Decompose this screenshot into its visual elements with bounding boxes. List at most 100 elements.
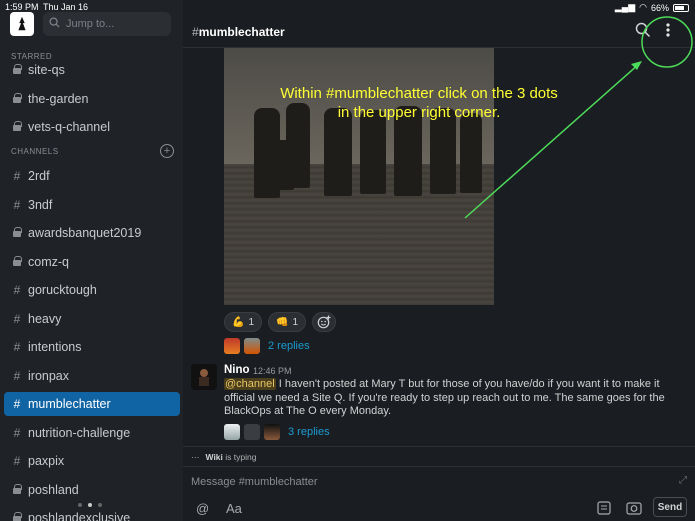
hash-icon: # bbox=[13, 425, 21, 440]
message-author[interactable]: Nino bbox=[224, 364, 250, 376]
message-input[interactable]: Message #mumblechatter bbox=[191, 476, 318, 488]
sidebar-item-label: paxpix bbox=[28, 454, 65, 468]
reaction-fist-bump[interactable]: 👊 1 bbox=[268, 312, 307, 332]
sidebar-item-vets-q-channel[interactable]: vets-q-channel bbox=[4, 115, 180, 139]
thread-summary-2[interactable]: 3 replies bbox=[224, 424, 330, 440]
sidebar-item-label: comz-q bbox=[28, 254, 69, 269]
sidebar-item-label: vets-q-channel bbox=[28, 120, 110, 134]
sidebar-item-label: site-qs bbox=[28, 63, 65, 77]
sidebar-item-label: 2rdf bbox=[28, 169, 50, 183]
sidebar-item-poshland[interactable]: poshland bbox=[4, 478, 180, 502]
typing-indicator: ··· Wiki is typing bbox=[183, 446, 695, 466]
page-dots bbox=[78, 503, 102, 507]
hash-icon: # bbox=[13, 197, 21, 212]
status-date: Thu Jan 16 bbox=[43, 2, 89, 12]
reaction-count: 1 bbox=[248, 316, 255, 328]
status-time: 1:59 PM bbox=[5, 2, 39, 12]
lock-icon bbox=[12, 92, 22, 106]
participant-avatar bbox=[224, 424, 240, 440]
channels-section-label: CHANNELS bbox=[11, 147, 59, 156]
lock-icon bbox=[12, 226, 22, 240]
send-button[interactable]: Send bbox=[653, 497, 687, 517]
status-right: ▂▄▆ ◠ 66% bbox=[615, 2, 689, 13]
flexed-bicep-icon: 💪 bbox=[232, 316, 245, 328]
message-body: @channel I haven't posted at Mary T but … bbox=[224, 378, 686, 419]
page-dot bbox=[78, 503, 82, 507]
reaction-bar: 💪 1 👊 1 bbox=[224, 312, 337, 332]
hash-icon: # bbox=[13, 454, 21, 468]
add-reaction-icon bbox=[317, 315, 331, 329]
sidebar-item-label: the-garden bbox=[28, 91, 89, 106]
sidebar-item-2rdf[interactable]: #2rdf bbox=[4, 164, 180, 188]
battery-percent: 66% bbox=[650, 2, 669, 13]
participant-avatar bbox=[264, 424, 280, 440]
thread-replies-link[interactable]: 2 replies bbox=[268, 340, 310, 352]
jump-placeholder: Jump to... bbox=[66, 18, 115, 30]
lock-icon bbox=[12, 63, 22, 77]
lock-icon bbox=[12, 120, 22, 134]
wifi-icon: ◠ bbox=[639, 2, 647, 12]
hash-icon: # bbox=[13, 397, 21, 411]
annotation-overlay bbox=[464, 16, 693, 219]
lock-icon bbox=[12, 511, 22, 521]
lock-icon bbox=[12, 483, 22, 497]
sidebar-item-nutrition-challenge[interactable]: # nutrition-challenge bbox=[4, 421, 180, 445]
signal-icon: ▂▄▆ bbox=[614, 2, 636, 12]
sidebar-item-3ndf[interactable]: #3ndf bbox=[4, 193, 180, 217]
sidebar-item-comz-q[interactable]: comz-q bbox=[4, 250, 180, 274]
sidebar-item-label: mumblechatter bbox=[28, 397, 111, 411]
add-reaction-button[interactable] bbox=[312, 312, 337, 332]
sidebar-item-label: ironpax bbox=[28, 368, 69, 383]
sidebar-item-poshlandexclusive[interactable]: poshlandexclusive bbox=[4, 506, 180, 521]
page-dot bbox=[98, 503, 102, 507]
sidebar-item-paxpix[interactable]: # paxpix bbox=[4, 449, 180, 473]
message-text: I haven't posted at Mary T but for those… bbox=[224, 378, 665, 417]
search-icon bbox=[49, 17, 60, 31]
message-composer: Message #mumblechatter ⤢ @ Aa bbox=[183, 466, 695, 521]
sidebar-item-awardsbanquet2019[interactable]: awardsbanquet2019 bbox=[4, 221, 180, 245]
fist-bump-icon: 👊 bbox=[276, 316, 289, 328]
highlight-circle bbox=[641, 16, 693, 68]
avatar-image bbox=[191, 364, 217, 390]
sidebar-item-intentions[interactable]: # intentions bbox=[4, 335, 180, 359]
workspace-logo[interactable] bbox=[10, 12, 34, 36]
participant-avatar bbox=[244, 338, 260, 354]
sidebar-item-the-garden[interactable]: the-garden bbox=[4, 87, 180, 111]
attach-photo-icon[interactable] bbox=[626, 501, 642, 518]
sidebar-item-ironpax[interactable]: # ironpax bbox=[4, 364, 180, 388]
sidebar-item-heavy[interactable]: # heavy bbox=[4, 307, 180, 331]
sidebar-item-gorucktough[interactable]: # gorucktough bbox=[4, 278, 180, 302]
sidebar-item-site-qs[interactable]: site-qs bbox=[4, 58, 180, 82]
expand-composer-icon[interactable]: ⤢ bbox=[679, 475, 687, 486]
sidebar-item-label: poshland bbox=[28, 482, 79, 497]
status-bar: 1:59 PM Thu Jan 16 ▂▄▆ ◠ 66% bbox=[0, 0, 695, 14]
thread-replies-link[interactable]: 3 replies bbox=[288, 426, 330, 438]
typing-status: is typing bbox=[222, 451, 257, 462]
shortcuts-icon[interactable] bbox=[597, 501, 611, 518]
typing-dots-icon: ··· bbox=[191, 451, 200, 462]
channel-view: #mumblechatter Within #mumblechatter cli… bbox=[183, 0, 695, 521]
lock-icon bbox=[12, 255, 22, 269]
channel-mention[interactable]: @channel bbox=[224, 378, 276, 390]
thread-summary-1[interactable]: 2 replies bbox=[224, 338, 310, 354]
hash-icon: # bbox=[13, 340, 21, 354]
sidebar-item-label: intentions bbox=[28, 340, 82, 354]
annotation-arrow bbox=[464, 63, 640, 219]
format-text-button[interactable]: Aa bbox=[226, 501, 242, 516]
hash-icon: # bbox=[13, 169, 21, 183]
sidebar-item-label: nutrition-challenge bbox=[28, 425, 131, 440]
sidebar-item-mumblechatter[interactable]: # mumblechatter bbox=[4, 392, 180, 416]
sidebar-item-label: heavy bbox=[28, 311, 62, 326]
sidebar-item-label: gorucktough bbox=[28, 283, 97, 297]
participant-avatar bbox=[224, 338, 240, 354]
mention-button[interactable]: @ bbox=[196, 501, 209, 516]
battery-icon bbox=[673, 3, 689, 12]
sidebar-item-label: awardsbanquet2019 bbox=[28, 226, 142, 240]
hash-icon: # bbox=[13, 283, 21, 297]
reaction-flexed-bicep[interactable]: 💪 1 bbox=[224, 312, 263, 332]
avatar[interactable] bbox=[191, 364, 217, 390]
jump-to-search[interactable]: Jump to... bbox=[43, 12, 171, 36]
sidebar: Jump to... STARRED site-qs the-garden vets… bbox=[0, 0, 183, 521]
add-channel-icon[interactable]: + bbox=[160, 144, 174, 158]
hash-icon: # bbox=[13, 368, 21, 383]
